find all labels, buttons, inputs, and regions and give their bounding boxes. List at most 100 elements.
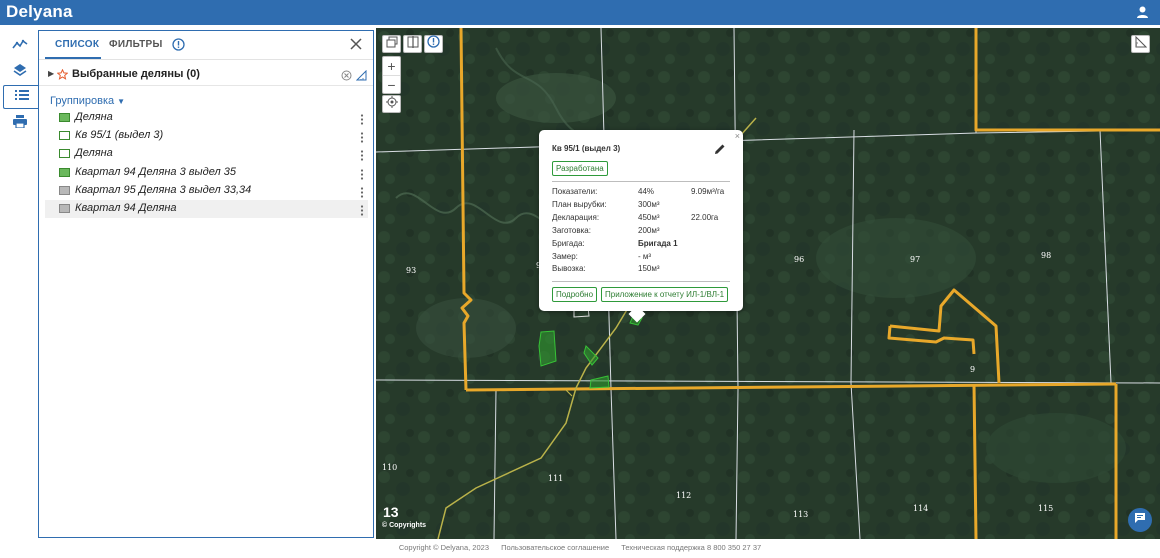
quarter-label: 113 (793, 510, 809, 519)
grouping-label: Группировка (50, 95, 115, 107)
map-info-button[interactable] (424, 35, 443, 53)
status-badge: Разработана (552, 161, 608, 176)
tab-list[interactable]: СПИСОК (55, 39, 99, 50)
plots-list: Деляна Кв 95/1 (выдел 3) Деляна Квартал 94 … (45, 109, 368, 219)
favorites-label: Выбранные деляны (0) (72, 68, 200, 80)
quarter-label: 96 (794, 255, 805, 264)
footer-copyright: Copyright © Delyana, 2023 (398, 543, 489, 552)
zoom-control: + − (382, 56, 401, 94)
list-item[interactable]: Квартал 94 Деляна 3 выдел 35 (45, 164, 368, 182)
user-icon[interactable] (1134, 4, 1151, 21)
ruler-icon (1135, 35, 1147, 53)
quarter-label: 114 (913, 504, 929, 513)
popup-title: Кв 95/1 (выдел 3) (552, 144, 621, 153)
locate-button[interactable] (382, 95, 401, 113)
measure-icon[interactable] (355, 68, 367, 81)
terrain-patch (496, 73, 616, 123)
plot-swatch (59, 149, 70, 159)
rail-analytics-button[interactable] (4, 34, 36, 58)
stat-value-secondary: 9.09м³/га (691, 187, 725, 196)
popup-stat-row: Замер: - м³ (552, 252, 732, 264)
list-item-label: Деляна (75, 111, 113, 123)
zoom-in-button[interactable]: + (383, 57, 400, 75)
popup-divider (552, 281, 730, 282)
quarter-label: 111 (548, 474, 564, 483)
map-view[interactable]: 93 9 96 97 98 9 110 111 112 113 114 115 … (376, 28, 1160, 539)
stat-label: Декларация: (552, 212, 600, 222)
list-item-label: Квартал 95 Деляна 3 выдел 33,34 (75, 183, 252, 196)
report-attachment-button[interactable]: Приложение к отчету ИЛ-1/ВЛ-1 (601, 287, 729, 302)
more-vert-icon[interactable] (360, 112, 364, 125)
tab-filters[interactable]: ФИЛЬТРЫ (109, 39, 163, 50)
print-icon (13, 115, 27, 133)
quarter-label: 112 (676, 491, 692, 500)
list-item[interactable]: Квартал 95 Деляна 3 выдел 33,34 (45, 182, 368, 200)
more-vert-icon[interactable] (360, 185, 364, 198)
list-item[interactable]: Деляна (45, 109, 368, 127)
chat-button[interactable] (1128, 508, 1152, 532)
map-copyright[interactable]: © Copyrights (382, 522, 426, 529)
stat-value: - м³ (638, 251, 652, 261)
list-item[interactable]: Деляна (45, 145, 368, 163)
zoom-out-button[interactable]: − (383, 75, 400, 93)
zoom-level: 13 (383, 504, 399, 520)
stat-value: Бригада 1 (638, 238, 678, 248)
app-logo[interactable]: Delyana (6, 2, 73, 22)
quarter-label: 110 (382, 463, 398, 472)
stat-label: Заготовка: (552, 225, 591, 235)
copy-layers-icon (386, 35, 398, 53)
more-vert-icon[interactable] (360, 167, 364, 180)
stat-value: 200м³ (638, 225, 660, 235)
popup-stat-row: Бригада: Бригада 1 (552, 239, 732, 251)
side-rail (0, 30, 39, 538)
rail-print-button[interactable] (4, 112, 36, 136)
popup-stat-row: Заготовка: 200м³ (552, 226, 732, 238)
stat-value-secondary: 22.00га (691, 212, 719, 222)
popup-divider (552, 181, 730, 182)
layers-icon (13, 63, 27, 82)
favorites-row[interactable]: ▶ Выбранные деляны (0) (39, 64, 373, 86)
page-footer: Copyright © Delyana, 2023 Пользовательск… (0, 543, 1160, 552)
stat-value: 44% (638, 187, 655, 196)
user-agreement-link[interactable]: Пользовательское соглашение (501, 543, 609, 552)
side-panel: СПИСОК ФИЛЬТРЫ ▶ Выбранные деляны (0) Гр… (38, 30, 374, 538)
chevron-down-icon: ▼ (117, 97, 126, 106)
list-icon (14, 88, 29, 106)
more-vert-icon[interactable] (360, 148, 364, 161)
star-icon (56, 67, 69, 80)
list-item[interactable]: Квартал 94 Деляна (45, 199, 368, 219)
more-vert-icon[interactable] (360, 130, 364, 143)
details-button[interactable]: Подробно (552, 287, 598, 302)
info-icon (427, 35, 440, 53)
pencil-icon[interactable] (714, 142, 726, 154)
stat-value: 300м³ (638, 199, 660, 209)
plot-popup: × Кв 95/1 (выдел 3) Разработана Показате… (539, 130, 743, 323)
rail-list-button[interactable] (3, 85, 39, 109)
grouping-dropdown[interactable]: Группировка ▼ (50, 95, 125, 107)
popup-stat-row: Показатели: 44% 9.09м³/га (552, 187, 732, 199)
map-canvas[interactable] (376, 28, 1160, 539)
close-panel-icon[interactable] (349, 37, 363, 51)
stat-value: 450м³ (638, 212, 660, 222)
split-view-icon (407, 35, 419, 53)
popup-stat-row: План вырубки: 300м³ (552, 200, 732, 212)
quarter-label: 98 (1041, 251, 1052, 260)
split-view-button[interactable] (403, 35, 422, 53)
active-tab-indicator (45, 57, 101, 59)
list-item[interactable]: Кв 95/1 (выдел 3) (45, 127, 368, 145)
quarter-label: 115 (1038, 504, 1054, 513)
expand-caret-icon[interactable]: ▶ (48, 69, 54, 78)
layers-compare-button[interactable] (382, 35, 401, 53)
more-vert-icon[interactable] (360, 203, 364, 216)
measure-button[interactable] (1131, 35, 1150, 53)
plot-swatch (59, 113, 70, 122)
app-header: Delyana (0, 0, 1160, 25)
popup-close-button[interactable]: × (735, 131, 740, 141)
rail-layers-button[interactable] (4, 60, 36, 84)
clear-selection-icon[interactable] (341, 68, 352, 81)
stat-label: Показатели: (552, 187, 598, 196)
stat-value: 150м³ (638, 264, 660, 274)
list-item-label: Кв 95/1 (выдел 3) (75, 129, 164, 142)
plot-swatch (59, 203, 70, 213)
info-icon[interactable] (172, 38, 185, 51)
